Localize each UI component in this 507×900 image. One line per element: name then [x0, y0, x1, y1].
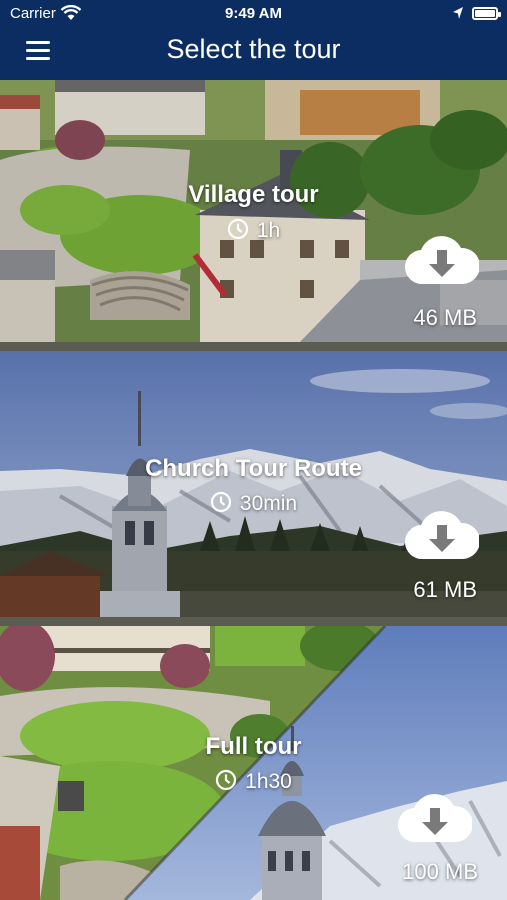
location-arrow-icon: [453, 7, 463, 19]
card-divider: [0, 617, 507, 626]
tour-duration-label: 1h: [256, 219, 281, 242]
download-size: 46 MB: [413, 305, 477, 330]
cloud-download-icon[interactable]: [405, 232, 479, 286]
clock-icon: [210, 491, 231, 513]
tour-card-full[interactable]: Full tour 1h30 100 MB: [0, 626, 507, 900]
tour-card-village[interactable]: Village tour 1h 46 MB: [0, 80, 507, 342]
app: Carrier 9:49 AM Select the tour Village …: [0, 0, 507, 900]
village-photo: [0, 80, 507, 342]
download-size: 100 MB: [402, 859, 478, 884]
page-title: Select the tour: [166, 34, 341, 64]
tour-title: Village tour: [188, 181, 319, 208]
clock-icon: [216, 769, 237, 791]
tour-card-church[interactable]: Church Tour Route 30min 61 MB: [0, 351, 507, 617]
clock-time: 9:49 AM: [225, 5, 282, 22]
tour-duration-label: 30min: [239, 492, 298, 515]
tour-title: Full tour: [205, 733, 302, 760]
download-size: 61 MB: [413, 577, 477, 602]
cloud-download-icon[interactable]: [398, 790, 472, 844]
tour-title: Church Tour Route: [145, 455, 362, 482]
card-divider: [0, 342, 507, 351]
battery-icon: [472, 7, 501, 20]
status-bar: Carrier 9:49 AM: [0, 0, 507, 28]
cloud-download-icon[interactable]: [405, 507, 479, 561]
tour-duration-label: 1h30: [245, 770, 292, 793]
clock-icon: [227, 218, 248, 240]
top-bar: Carrier 9:49 AM Select the tour: [0, 0, 507, 80]
